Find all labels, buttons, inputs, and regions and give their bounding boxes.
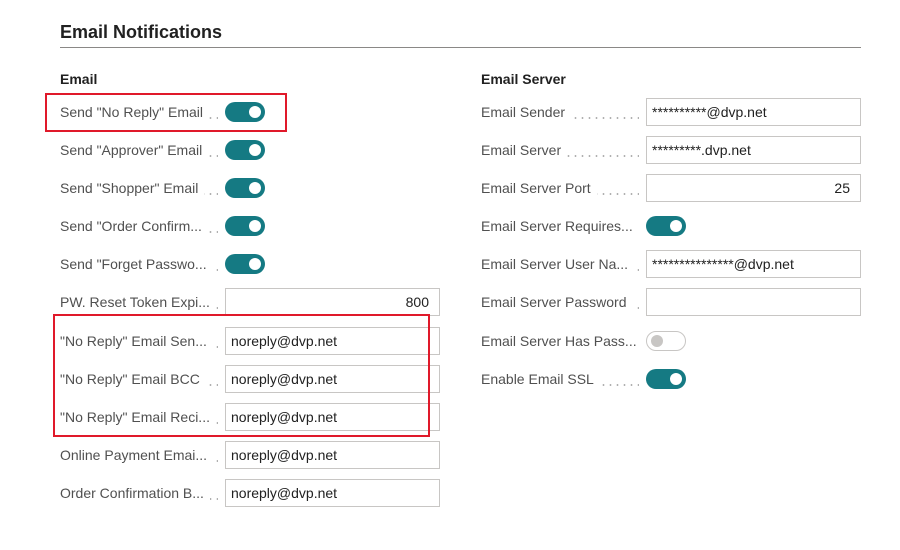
- toggle-knob: [249, 258, 261, 270]
- enable-email-ssl-row: Enable Email SSL: [481, 364, 639, 394]
- enable-email-ssl-toggle[interactable]: [646, 369, 686, 389]
- online-payment-email-row: Online Payment Emai...: [60, 440, 218, 470]
- field-label: Send "Order Confirm...: [60, 211, 218, 241]
- pw-reset-token-expiry-row: PW. Reset Token Expi...: [60, 287, 218, 317]
- send-order-confirmation-row: Send "Order Confirm...: [60, 211, 218, 241]
- email-server-input[interactable]: *********.dvp.net: [646, 136, 861, 164]
- send-forget-password-row: Send "Forget Passwo...: [60, 249, 218, 279]
- field-label: Order Confirmation B...: [60, 478, 218, 508]
- online-payment-email-input[interactable]: noreply@dvp.net: [225, 441, 440, 469]
- field-label: Online Payment Emai...: [60, 440, 218, 470]
- toggle-knob: [670, 220, 682, 232]
- email-server-port-row: Email Server Port: [481, 173, 639, 203]
- field-label: Email Server Password: [481, 287, 639, 317]
- field-label: Email Server Port: [481, 173, 639, 203]
- field-label: Send "Approver" Email: [60, 135, 218, 165]
- field-label: Send "Shopper" Email: [60, 173, 218, 203]
- toggle-knob: [670, 373, 682, 385]
- toggle-knob: [651, 335, 663, 347]
- email-group-title: Email: [60, 71, 98, 87]
- email-server-has-password-toggle[interactable]: [646, 331, 686, 351]
- send-order-confirmation-toggle[interactable]: [225, 216, 265, 236]
- toggle-knob: [249, 182, 261, 194]
- toggle-knob: [249, 144, 261, 156]
- email-server-password-input[interactable]: [646, 288, 861, 316]
- email-server-requires-row: Email Server Requires...: [481, 211, 639, 241]
- send-approver-email-toggle[interactable]: [225, 140, 265, 160]
- email-server-password-row: Email Server Password: [481, 287, 639, 317]
- email-sender-input[interactable]: **********@dvp.net: [646, 98, 861, 126]
- pw-reset-token-expiry-input[interactable]: 800: [225, 288, 440, 316]
- field-label: Email Server Requires...: [481, 211, 639, 241]
- email-server-user-name-input[interactable]: ***************@dvp.net: [646, 250, 861, 278]
- email-server-group-title: Email Server: [481, 71, 566, 87]
- field-label: Email Sender: [481, 97, 639, 127]
- field-label: Email Server User Na...: [481, 249, 639, 279]
- email-server-row: Email Server: [481, 135, 639, 165]
- send-approver-email-row: Send "Approver" Email: [60, 135, 218, 165]
- send-shopper-email-toggle[interactable]: [225, 178, 265, 198]
- email-server-port-input[interactable]: 25: [646, 174, 861, 202]
- field-label: Enable Email SSL: [481, 364, 639, 394]
- email-server-user-name-row: Email Server User Na...: [481, 249, 639, 279]
- field-label: Email Server Has Pass...: [481, 326, 639, 356]
- field-label: Send "Forget Passwo...: [60, 249, 218, 279]
- order-confirmation-bcc-input[interactable]: noreply@dvp.net: [225, 479, 440, 507]
- field-label: PW. Reset Token Expi...: [60, 287, 218, 317]
- section-title: Email Notifications: [60, 22, 223, 42]
- email-server-has-password-row: Email Server Has Pass...: [481, 326, 639, 356]
- order-confirmation-bcc-row: Order Confirmation B...: [60, 478, 218, 508]
- email-server-requires-toggle[interactable]: [646, 216, 686, 236]
- email-sender-row: Email Sender: [481, 97, 639, 127]
- field-label: Email Server: [481, 135, 639, 165]
- section-divider: [60, 47, 861, 48]
- send-forget-password-toggle[interactable]: [225, 254, 265, 274]
- send-shopper-email-row: Send "Shopper" Email: [60, 173, 218, 203]
- toggle-knob: [249, 220, 261, 232]
